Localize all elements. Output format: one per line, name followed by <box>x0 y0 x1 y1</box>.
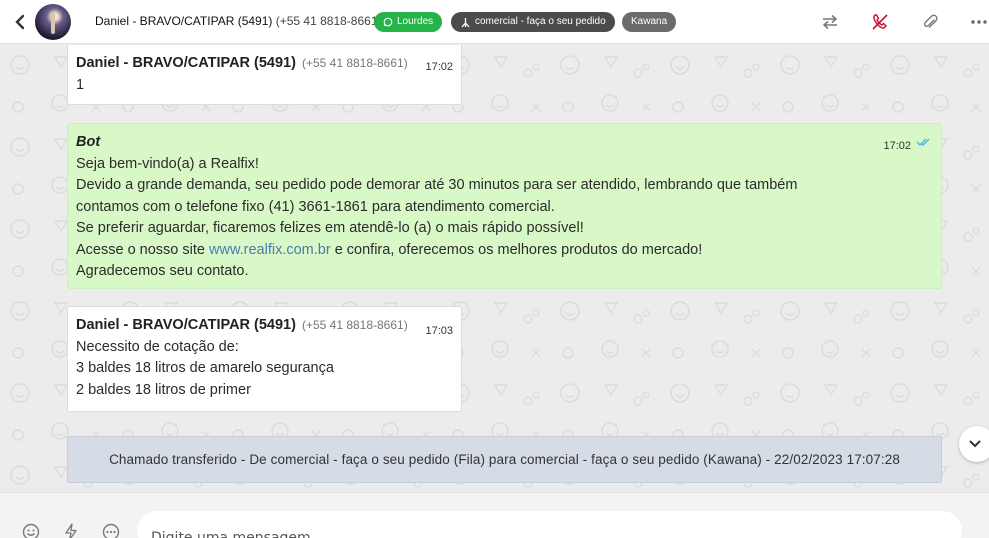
attach-button[interactable] <box>919 11 941 33</box>
message-outgoing-bot[interactable]: Bot 17:02 Seja bem-vindo(a) a Realfix! D… <box>67 123 942 289</box>
message-phone: (+55 41 8818-8661) <box>301 56 408 70</box>
message-time: 17:03 <box>425 325 453 337</box>
message-text-with-link: Acesse o nosso site www.realfix.com.br e… <box>76 240 933 262</box>
tag-agent-label: Lourdes <box>397 16 434 27</box>
contact-info: Daniel - BRAVO/CATIPAR (5491) (+55 41 88… <box>95 14 381 28</box>
message-text: Devido a grande demanda, seu pedido pode… <box>76 177 798 193</box>
message-sender: Bot <box>76 134 101 150</box>
more-options-button[interactable] <box>102 523 120 538</box>
tag-queue-label: comercial - faça o seu pedido <box>475 16 606 27</box>
quick-reply-icon <box>65 523 77 538</box>
message-text: 1 <box>76 76 85 93</box>
end-call-icon <box>872 14 888 30</box>
message-text: contamos com o telefone fixo (41) 3661-1… <box>76 198 555 215</box>
end-call-button[interactable] <box>869 11 891 33</box>
message-sender: Daniel - BRAVO/CATIPAR (5491) <box>76 55 296 71</box>
message-text: 2 baldes 18 litros de primer <box>76 381 251 398</box>
tag-assignee-label: Kawana <box>631 16 668 27</box>
more-icon <box>971 20 987 24</box>
site-suffix: e confira, oferecemos os melhores produt… <box>330 241 703 258</box>
message-sender: Daniel - BRAVO/CATIPAR (5491) <box>76 317 296 333</box>
message-text: 3 baldes 18 litros de amarelo segurança <box>76 360 334 376</box>
read-ticks-icon <box>916 138 930 146</box>
chat-header: Daniel - BRAVO/CATIPAR (5491) (+55 41 88… <box>0 0 989 44</box>
emoji-button[interactable] <box>22 523 40 538</box>
message-text: Necessito de cotação de: <box>76 338 239 355</box>
message-phone: (+55 41 8818-8661) <box>301 318 408 332</box>
message-header: Daniel - BRAVO/CATIPAR (5491) (+55 41 881… <box>76 315 453 337</box>
chat-area[interactable]: Daniel - BRAVO/CATIPAR (5491) (+55 41 881… <box>0 45 989 492</box>
message-incoming[interactable]: Daniel - BRAVO/CATIPAR (5491) (+55 41 881… <box>67 45 462 105</box>
whatsapp-icon <box>383 17 393 27</box>
tag-queue[interactable]: comercial - faça o seu pedido <box>451 12 615 32</box>
chevron-down-icon <box>969 440 981 448</box>
avatar[interactable] <box>35 4 71 40</box>
scroll-to-bottom-button[interactable] <box>959 426 989 462</box>
message-text: Se preferir aguardar, ficaremos felizes … <box>76 220 584 236</box>
site-prefix: Acesse o nosso site <box>76 241 209 258</box>
system-notice-text: Chamado transferido - De comercial - faç… <box>109 452 900 467</box>
tag-agent[interactable]: Lourdes <box>374 12 443 32</box>
chevron-left-icon <box>15 14 25 30</box>
attachment-icon <box>923 14 938 28</box>
transfer-icon <box>822 14 838 30</box>
contact-name: Daniel - BRAVO/CATIPAR (5491) <box>95 14 273 28</box>
message-incoming[interactable]: Daniel - BRAVO/CATIPAR (5491) (+55 41 881… <box>67 306 462 412</box>
message-input[interactable] <box>137 511 962 538</box>
site-link[interactable]: www.realfix.com.br <box>209 242 331 258</box>
transfer-button[interactable] <box>819 11 841 33</box>
back-button[interactable] <box>10 12 30 32</box>
quick-reply-button[interactable] <box>62 523 80 538</box>
queue-icon <box>461 17 470 27</box>
system-notice: Chamado transferido - De comercial - faç… <box>67 436 942 483</box>
message-time: 17:02 <box>425 61 453 73</box>
tag-assignee[interactable]: Kawana <box>622 12 677 32</box>
message-text: Agradecemos seu contato. <box>76 263 249 279</box>
message-time: 17:02 <box>883 140 911 152</box>
message-text: Seja bem-vindo(a) a Realfix! <box>76 155 259 172</box>
message-header: Daniel - BRAVO/CATIPAR (5491) (+55 41 881… <box>76 53 453 75</box>
more-button[interactable] <box>968 11 989 33</box>
emoji-icon <box>22 523 40 538</box>
contact-phone: (+55 41 8818-8661) <box>275 14 382 28</box>
more-options-icon <box>102 523 120 538</box>
composer-bar <box>0 492 989 538</box>
